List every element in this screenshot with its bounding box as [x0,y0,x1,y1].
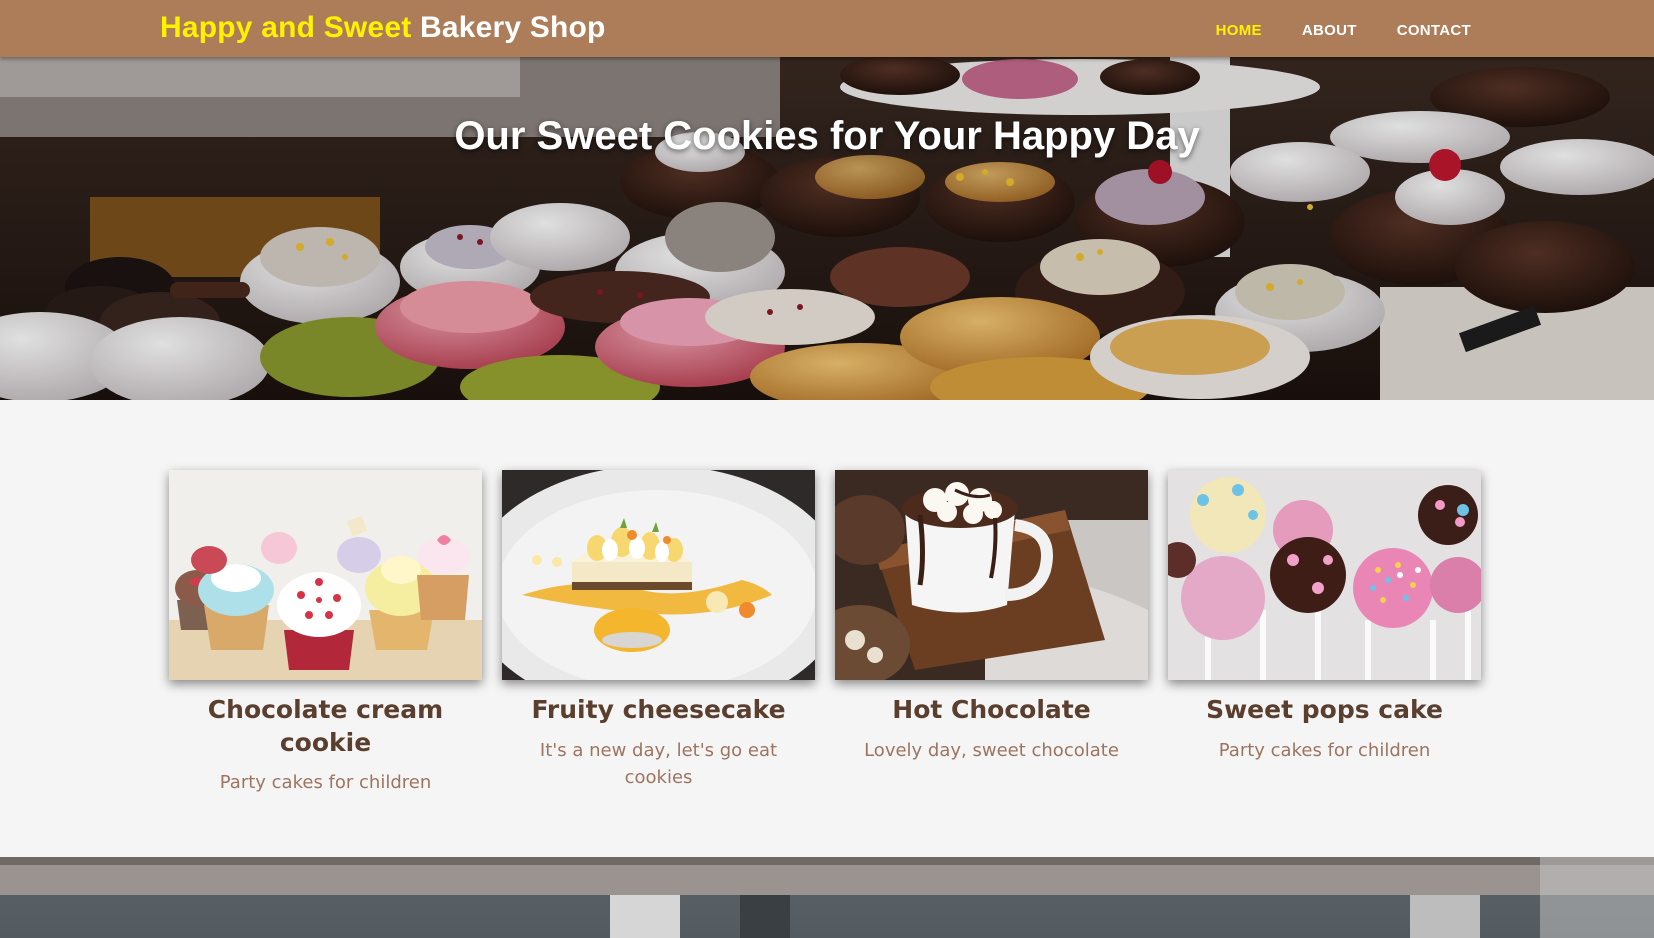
brand-name-rest: Bakery Shop [419,11,606,44]
card-title[interactable]: Hot Chocolate [835,694,1148,727]
hero-pastry-image [0,57,1654,400]
brand-logo[interactable]: Happy and Sweet Bakery Shop [160,13,606,43]
nav-link-home[interactable]: HOME [1216,23,1262,38]
product-card[interactable]: Fruity cheesecake It's a new day, let's … [502,470,815,797]
hot-chocolate-image[interactable] [835,470,1148,680]
card-title[interactable]: Sweet pops cake [1168,694,1481,727]
hero-banner: Our Sweet Cookies for Your Happy Day [0,57,1654,400]
brand-name-highlight: Happy and Sweet [160,11,412,44]
hot-chocolate-mug-photo [835,470,1148,680]
card-subtitle: Lovely day, sweet chocolate [864,739,1119,761]
card-subtitle: Party cakes for children [219,772,432,793]
main-nav: HOME ABOUT CONTACT [1216,23,1471,38]
product-cards: Chocolate cream cookie Party cakes for c… [169,470,1481,797]
card-title[interactable]: Chocolate cream cookie [169,694,482,759]
card-title[interactable]: Fruity cheesecake [502,694,815,727]
cupcakes-image[interactable] [169,470,482,680]
next-section-banner [0,857,1654,938]
nav-link-contact[interactable]: CONTACT [1397,23,1471,38]
cake-pops-photo [1168,470,1481,680]
nav-link-about[interactable]: ABOUT [1302,23,1357,38]
cake-pops-image[interactable] [1168,470,1481,680]
cheesecake-plate-photo [502,470,815,680]
product-card[interactable]: Sweet pops cake Party cakes for children [1168,470,1481,797]
product-card[interactable]: Hot Chocolate Lovely day, sweet chocolat… [835,470,1148,797]
bottom-background-image [0,857,1654,938]
hero-title: Our Sweet Cookies for Your Happy Day [454,114,1200,158]
top-navbar: Happy and Sweet Bakery Shop HOME ABOUT C… [0,0,1654,57]
cheesecake-image[interactable] [502,470,815,680]
products-section: Chocolate cream cookie Party cakes for c… [0,400,1654,857]
cupcakes-photo [169,470,482,680]
product-card[interactable]: Chocolate cream cookie Party cakes for c… [169,470,482,797]
card-subtitle: Party cakes for children [1218,739,1431,761]
card-subtitle: It's a new day, let's go eat cookies [539,739,778,789]
